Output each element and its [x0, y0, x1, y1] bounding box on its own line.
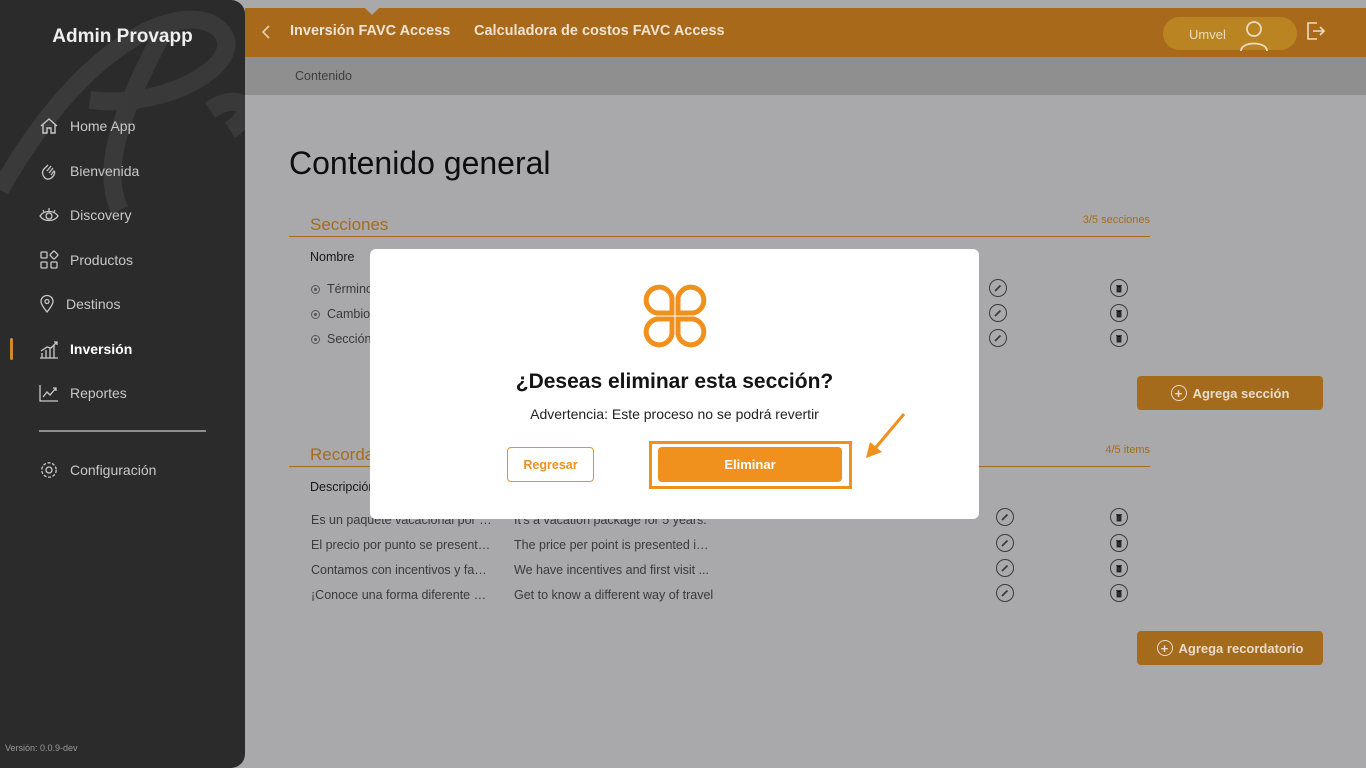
reminder-row-en: Get to know a different way of travel	[514, 588, 714, 602]
eye-icon	[38, 204, 60, 226]
sidebar-item-destinos[interactable]: Destinos	[0, 289, 245, 319]
sidebar-item-label: Discovery	[70, 207, 132, 223]
delete-trash-icon[interactable]	[1110, 304, 1128, 322]
list-bullet-icon	[311, 285, 320, 294]
edit-pencil-icon[interactable]	[996, 584, 1014, 602]
delete-trash-icon[interactable]	[1110, 534, 1128, 552]
bar-chart-icon	[38, 338, 60, 360]
list-bullet-icon	[311, 310, 320, 319]
edit-pencil-icon[interactable]	[989, 304, 1007, 322]
add-reminder-button[interactable]: + Agrega recordatorio	[1137, 631, 1323, 665]
add-section-label: Agrega sección	[1192, 385, 1290, 401]
tab-inversion-favc[interactable]: Inversión FAVC Access	[290, 23, 450, 39]
products-grid-icon	[38, 249, 60, 271]
line-chart-icon	[38, 382, 60, 404]
sidebar-item-productos[interactable]: Productos	[0, 245, 245, 275]
breadcrumb[interactable]: Contenido	[295, 69, 352, 83]
edit-pencil-icon[interactable]	[989, 329, 1007, 347]
add-reminder-label: Agrega recordatorio	[1178, 640, 1304, 656]
sidebar-item-label: Bienvenida	[70, 163, 140, 179]
sidebar-item-home-app[interactable]: Home App	[0, 111, 245, 141]
sections-count: 3/5 secciones	[1082, 214, 1150, 226]
sidebar-item-label: Destinos	[66, 296, 121, 312]
sidebar-item-reportes[interactable]: Reportes	[0, 378, 245, 408]
delete-button[interactable]: Eliminar	[658, 447, 842, 482]
reminder-row-en: We have incentives and first visit ...	[514, 563, 709, 577]
version-label: Versión: 0.0.9-dev	[5, 743, 78, 753]
plus-circle-icon: +	[1170, 385, 1187, 401]
plus-circle-icon: +	[1156, 640, 1173, 656]
sidebar-item-label: Inversión	[70, 341, 133, 357]
sidebar-item-label: Configuración	[70, 462, 157, 478]
sidebar-item-inversion[interactable]: Inversión	[0, 334, 245, 364]
home-icon	[38, 115, 60, 137]
user-avatar-icon	[1240, 21, 1268, 52]
edit-pencil-icon[interactable]	[996, 508, 1014, 526]
edit-pencil-icon[interactable]	[996, 534, 1014, 552]
breadcrumb-bar: Contenido	[245, 57, 1366, 95]
delete-trash-icon[interactable]	[1110, 559, 1128, 577]
sections-title: Secciones	[310, 215, 389, 234]
sidebar-item-label: Home App	[70, 118, 136, 134]
sidebar-item-label: Productos	[70, 252, 134, 268]
edit-pencil-icon[interactable]	[996, 559, 1014, 577]
delete-confirm-dialog: ¿Deseas eliminar esta sección? Advertenc…	[370, 249, 979, 519]
back-button[interactable]: Regresar	[507, 447, 594, 482]
sidebar-item-label: Reportes	[70, 385, 127, 401]
reminders-count: 4/5 items	[1105, 444, 1150, 456]
user-name: Umvel	[1189, 27, 1226, 42]
sidebar-item-discovery[interactable]: Discovery	[0, 200, 245, 230]
reminder-row-es: El precio por punto se presenta en ...	[311, 538, 493, 552]
user-menu[interactable]: Umvel	[1163, 17, 1297, 52]
sections-header: Secciones 3/5 secciones	[289, 213, 1150, 237]
sidebar-item-configuracion[interactable]: Configuración	[0, 455, 245, 485]
tab-calculadora-costos[interactable]: Calculadora de costos FAVC Access	[474, 23, 725, 39]
sidebar-divider	[39, 430, 206, 432]
delete-trash-icon[interactable]	[1110, 329, 1128, 347]
sections-column-name: Nombre	[310, 250, 355, 264]
delete-trash-icon[interactable]	[1110, 584, 1128, 602]
top-bar: Inversión FAVC Access Calculadora de cos…	[245, 7, 1366, 57]
active-tab-notch	[364, 7, 380, 15]
delete-trash-icon[interactable]	[1110, 508, 1128, 526]
clover-logo-icon	[643, 284, 707, 348]
logout-icon[interactable]	[1304, 20, 1326, 42]
wave-hand-icon	[38, 160, 60, 182]
reminder-row-es: Contamos con incentivos y facilidades	[311, 563, 493, 577]
add-section-button[interactable]: + Agrega sección	[1137, 376, 1323, 410]
location-pin-icon	[36, 293, 58, 315]
app-title: Admin Provapp	[52, 26, 193, 47]
sidebar-item-bienvenida[interactable]: Bienvenida	[0, 156, 245, 186]
pointer-arrow-icon	[866, 413, 906, 458]
reminder-row-en: The price per point is presented in ...	[514, 538, 714, 552]
list-bullet-icon	[311, 335, 320, 344]
chevron-left-icon[interactable]	[257, 22, 277, 42]
dialog-title: ¿Deseas eliminar esta sección?	[515, 370, 834, 393]
reminder-row-es: ¡Conoce una forma diferente de viajar!	[311, 588, 493, 602]
sidebar: Admin Provapp Home App Bienvenida Discov…	[0, 0, 245, 768]
edit-pencil-icon[interactable]	[989, 279, 1007, 297]
delete-trash-icon[interactable]	[1110, 279, 1128, 297]
gear-icon	[38, 459, 60, 481]
page-title: Contenido general	[289, 145, 551, 181]
reminders-column-description: Descripción	[310, 480, 376, 494]
